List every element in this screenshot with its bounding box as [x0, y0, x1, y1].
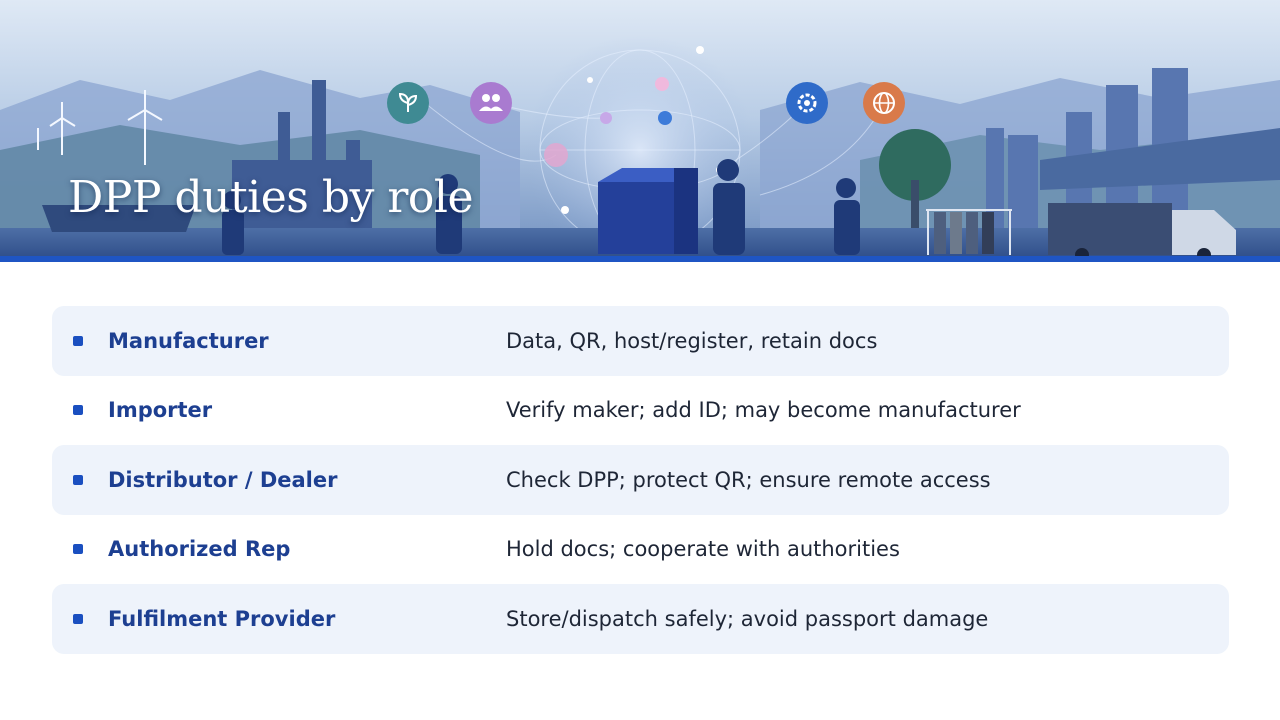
- role-duty: Check DPP; protect QR; ensure remote acc…: [506, 467, 991, 492]
- bullet-marker: [73, 544, 83, 555]
- bullet-marker: [73, 405, 83, 416]
- role-duty: Store/dispatch safely; avoid passport da…: [506, 606, 989, 631]
- role-duties-list: Manufacturer Data, QR, host/register, re…: [52, 306, 1229, 654]
- list-item: Distributor / Dealer Check DPP; protect …: [52, 445, 1229, 515]
- role-duty: Verify maker; add ID; may become manufac…: [506, 398, 1021, 423]
- role-duty: Data, QR, host/register, retain docs: [506, 328, 878, 353]
- leaf-icon: [387, 82, 429, 124]
- role-name: Fulfilment Provider: [108, 606, 336, 631]
- gear-icon: [786, 82, 828, 124]
- globe-icon: [863, 82, 905, 124]
- list-item: Fulfilment Provider Store/dispatch safel…: [52, 584, 1229, 654]
- bullet-marker: [73, 613, 83, 624]
- list-item: Authorized Rep Hold docs; cooperate with…: [52, 515, 1229, 585]
- bullet-marker: [73, 474, 83, 485]
- slide-title: DPP duties by role: [68, 172, 473, 223]
- role-name: Manufacturer: [108, 328, 269, 353]
- role-duty: Hold docs; cooperate with authorities: [506, 537, 900, 562]
- role-name: Distributor / Dealer: [108, 467, 338, 492]
- list-item: Importer Verify maker; add ID; may becom…: [52, 376, 1229, 446]
- role-name: Authorized Rep: [108, 537, 291, 562]
- title-divider: [0, 256, 1280, 262]
- header-banner: DPP duties by role: [0, 0, 1280, 262]
- people-icon: [470, 82, 512, 124]
- list-item: Manufacturer Data, QR, host/register, re…: [52, 306, 1229, 376]
- role-name: Importer: [108, 398, 213, 423]
- bullet-marker: [73, 335, 83, 346]
